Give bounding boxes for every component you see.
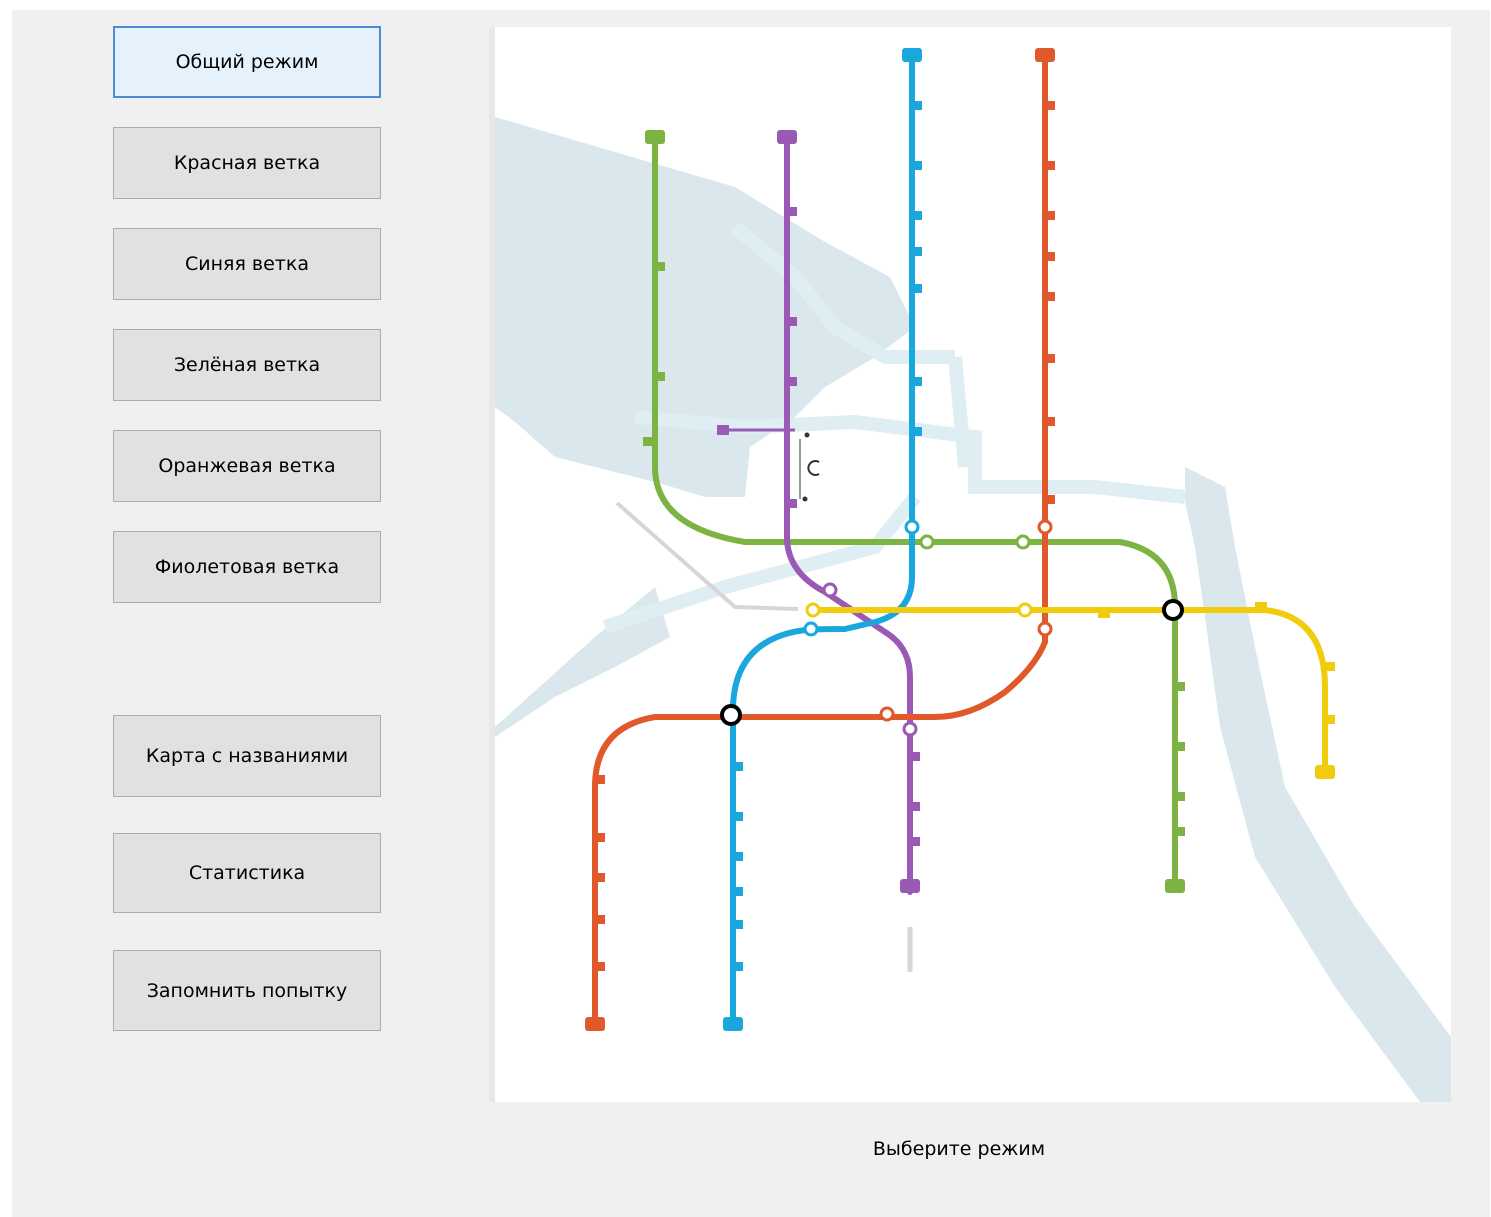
mode-purple-line-button[interactable]: Фиолетовая ветка (113, 531, 381, 603)
mode-green-line-button[interactable]: Зелёная ветка (113, 329, 381, 401)
purple-terminal-south[interactable] (900, 879, 920, 893)
blue-terminal-south[interactable] (723, 1017, 743, 1031)
app-window: Общий режим Красная ветка Синяя ветка Зе… (12, 10, 1490, 1217)
green-terminal-south[interactable] (1165, 879, 1185, 893)
yellow-terminal-east[interactable] (1315, 765, 1335, 779)
mode-general-button[interactable]: Общий режим (113, 26, 381, 98)
blue-terminal-north[interactable] (902, 48, 922, 62)
status-label: Выберите режим (872, 1138, 1046, 1160)
mode-blue-line-button[interactable]: Синяя ветка (113, 228, 381, 300)
metro-map-canvas (495, 48, 1451, 1102)
mode-orange-line-button[interactable]: Оранжевая ветка (113, 430, 381, 502)
metro-map[interactable] (489, 27, 1451, 1102)
purple-branch-terminal[interactable] (717, 425, 729, 435)
orange-terminal-north[interactable] (1035, 48, 1055, 62)
map-with-names-button[interactable]: Карта с названиями (113, 715, 381, 797)
green-terminal-north[interactable] (645, 130, 665, 144)
statistics-button[interactable]: Статистика (113, 833, 381, 913)
mode-red-line-button[interactable]: Красная ветка (113, 127, 381, 199)
orange-terminal-south[interactable] (585, 1017, 605, 1031)
purple-terminal-north[interactable] (777, 130, 797, 144)
save-attempt-button[interactable]: Запомнить попытку (113, 950, 381, 1031)
small-annotation-mark (799, 432, 820, 502)
